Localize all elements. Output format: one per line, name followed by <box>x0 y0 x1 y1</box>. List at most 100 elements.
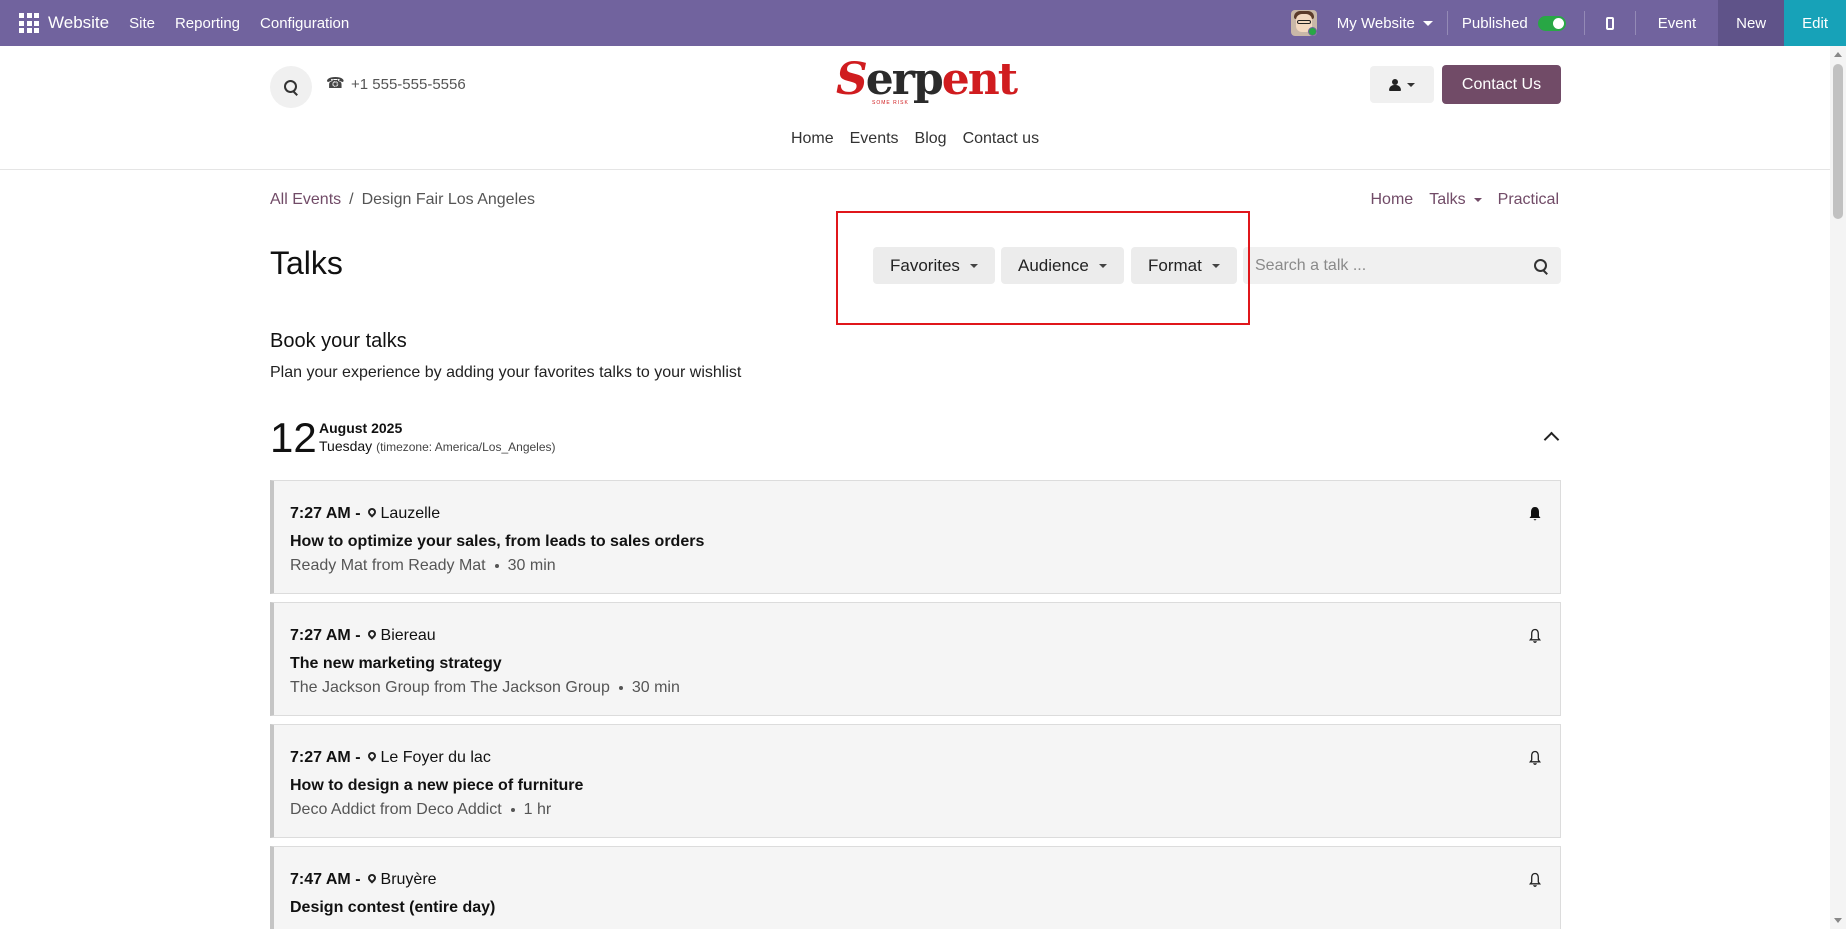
day-timezone: (timezone: America/Los_Angeles) <box>376 440 556 454</box>
talk-card[interactable]: 7:27 AM - Le Foyer du lac How to design a… <box>270 724 1561 838</box>
bell-filled-icon[interactable] <box>1528 506 1542 522</box>
subnav-practical[interactable]: Practical <box>1498 191 1559 209</box>
nav-events[interactable]: Events <box>850 130 899 148</box>
talk-search-button[interactable] <box>1521 247 1561 284</box>
chevron-up-icon[interactable] <box>1544 430 1558 444</box>
scroll-up-icon[interactable] <box>1834 52 1842 57</box>
bullet-separator <box>494 564 499 568</box>
talk-speaker: Ready Mat from Ready Mat <box>290 557 486 574</box>
bell-outline-icon[interactable] <box>1528 750 1542 766</box>
map-pin-icon <box>367 629 377 643</box>
site-header: +1 555-555-5556 Serpent SOME RISK Contac… <box>0 46 1830 170</box>
map-pin-icon <box>367 873 377 887</box>
user-icon <box>1389 78 1401 91</box>
breadcrumb-current: Design Fair Los Angeles <box>361 191 536 208</box>
scroll-down-icon[interactable] <box>1834 918 1842 923</box>
talk-speaker: The Jackson Group from The Jackson Group <box>290 679 610 696</box>
mobile-phone-icon <box>1605 16 1614 30</box>
website-selector[interactable]: My Website <box>1337 15 1447 32</box>
menu-reporting[interactable]: Reporting <box>175 15 240 32</box>
menu-site[interactable]: Site <box>129 15 155 32</box>
map-pin-icon <box>367 751 377 765</box>
format-filter-dropdown[interactable]: Format <box>1131 247 1237 284</box>
menu-configuration[interactable]: Configuration <box>260 15 349 32</box>
breadcrumb: All Events / Design Fair Los Angeles <box>270 191 535 209</box>
page-title: Talks <box>270 245 343 281</box>
user-dropdown-button[interactable] <box>1370 66 1434 103</box>
talk-time: 7:27 AM - <box>290 749 361 766</box>
bell-outline-icon[interactable] <box>1528 628 1542 644</box>
talk-card[interactable]: 7:27 AM - Lauzelle How to optimize your s… <box>270 480 1561 594</box>
talk-duration: 1 hr <box>523 801 552 818</box>
breadcrumb-all-events[interactable]: All Events <box>270 191 341 209</box>
favorites-filter-label: Favorites <box>890 255 960 275</box>
talk-name[interactable]: The new marketing strategy <box>290 655 502 673</box>
map-pin-icon <box>367 507 377 521</box>
book-talks-heading: Book your talks <box>270 330 407 352</box>
breadcrumb-separator: / <box>349 191 354 208</box>
chevron-down-icon <box>1422 20 1433 26</box>
day-month-year: August 2025 <box>319 420 403 436</box>
day-weekday: Tuesday (timezone: America/Los_Angeles) <box>319 438 556 454</box>
published-toggle[interactable] <box>1537 15 1566 31</box>
user-avatar[interactable] <box>1290 10 1317 36</box>
admin-topbar: Website Site Reporting Configuration My … <box>0 0 1846 46</box>
talk-search <box>1243 247 1561 284</box>
day-number: 12 <box>270 414 317 461</box>
mobile-preview-button[interactable] <box>1585 0 1635 46</box>
talk-card[interactable]: 7:47 AM - Bruyère Design contest (entire … <box>270 846 1561 929</box>
edit-button[interactable]: Edit <box>1784 0 1846 46</box>
event-button[interactable]: Event <box>1636 0 1718 46</box>
search-icon <box>284 80 298 94</box>
online-status-icon <box>1307 27 1317 36</box>
chevron-down-icon <box>1473 198 1482 202</box>
scrollbar-thumb[interactable] <box>1833 64 1843 219</box>
talk-search-input[interactable] <box>1243 256 1521 275</box>
book-talks-subheading: Plan your experience by adding your favo… <box>270 364 742 381</box>
talk-duration: 30 min <box>507 557 556 574</box>
talk-location: Lauzelle <box>380 505 441 522</box>
talk-time: 7:27 AM - <box>290 505 361 522</box>
talk-speaker: Deco Addict from Deco Addict <box>290 801 502 818</box>
format-filter-label: Format <box>1148 255 1202 275</box>
talk-location: Le Foyer du lac <box>380 749 491 766</box>
bell-outline-icon[interactable] <box>1528 872 1542 888</box>
published-label: Published <box>1461 14 1528 32</box>
talk-name[interactable]: Design contest (entire day) <box>290 899 495 917</box>
event-subnav: Home Talks Practical <box>1371 191 1560 209</box>
page-scrollbar[interactable] <box>1830 46 1846 929</box>
subnav-talks[interactable]: Talks <box>1429 191 1482 209</box>
contact-us-button[interactable]: Contact Us <box>1442 65 1561 104</box>
bullet-separator <box>618 686 623 690</box>
talk-card[interactable]: 7:27 AM - Biereau The new marketing strat… <box>270 602 1561 716</box>
talk-name[interactable]: How to optimize your sales, from leads t… <box>290 533 704 551</box>
audience-filter-label: Audience <box>1018 255 1089 275</box>
apps-menu-icon[interactable] <box>14 8 44 38</box>
chevron-down-icon <box>969 263 978 268</box>
site-logo[interactable]: Serpent SOME RISK <box>836 58 1018 108</box>
search-icon <box>1534 258 1548 273</box>
header-phone[interactable]: +1 555-555-5556 <box>326 74 466 93</box>
talk-location: Bruyère <box>380 871 437 888</box>
new-button[interactable]: New <box>1718 0 1785 46</box>
publish-toggle-group: Published <box>1448 15 1584 32</box>
phone-number: +1 555-555-5556 <box>351 76 466 93</box>
talk-time: 7:27 AM - <box>290 627 361 644</box>
talk-duration: 30 min <box>631 679 680 696</box>
phone-icon <box>326 74 345 92</box>
main-nav: Home Events Blog Contact us <box>0 130 1830 148</box>
chevron-down-icon <box>1407 82 1415 87</box>
chevron-down-icon <box>1211 263 1220 268</box>
bullet-separator <box>510 808 515 812</box>
app-brand[interactable]: Website <box>48 13 109 33</box>
nav-contact-us[interactable]: Contact us <box>963 130 1039 148</box>
talk-name[interactable]: How to design a new piece of furniture <box>290 777 583 795</box>
nav-blog[interactable]: Blog <box>915 130 947 148</box>
chevron-down-icon <box>1098 263 1107 268</box>
header-search-button[interactable] <box>270 66 312 108</box>
subnav-home[interactable]: Home <box>1371 191 1414 209</box>
favorites-filter-dropdown[interactable]: Favorites <box>873 247 995 284</box>
audience-filter-dropdown[interactable]: Audience <box>1001 247 1124 284</box>
nav-home[interactable]: Home <box>791 130 834 148</box>
talk-location: Biereau <box>380 627 436 644</box>
